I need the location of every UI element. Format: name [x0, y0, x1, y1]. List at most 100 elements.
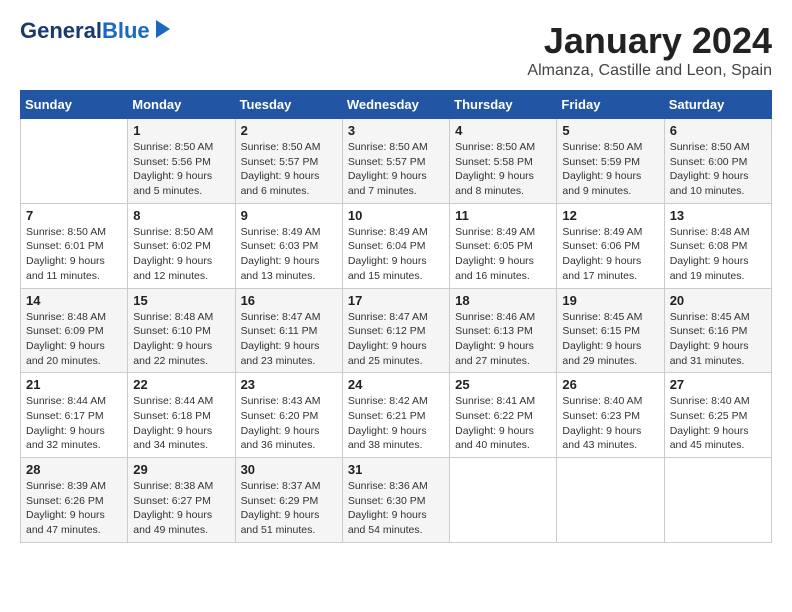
- day-info: Sunrise: 8:42 AMSunset: 6:21 PMDaylight:…: [348, 394, 444, 453]
- day-info: Sunrise: 8:48 AMSunset: 6:09 PMDaylight:…: [26, 310, 122, 369]
- calendar-cell: 31 Sunrise: 8:36 AMSunset: 6:30 PMDayligh…: [342, 458, 449, 543]
- calendar-cell: 1 Sunrise: 8:50 AMSunset: 5:56 PMDaylight…: [128, 119, 235, 204]
- calendar-cell: 28Sunrise: 8:39 AMSunset: 6:26 PMDayligh…: [21, 458, 128, 543]
- logo-text: GeneralBlue: [20, 20, 150, 42]
- day-info: Sunrise: 8:40 AMSunset: 6:23 PMDaylight:…: [562, 394, 658, 453]
- day-number: 10: [348, 208, 444, 223]
- day-number: 11: [455, 208, 551, 223]
- calendar-cell: 4 Sunrise: 8:50 AMSunset: 5:58 PMDaylight…: [450, 119, 557, 204]
- day-info: Sunrise: 8:44 AMSunset: 6:18 PMDaylight:…: [133, 394, 229, 453]
- header-day-friday: Friday: [557, 91, 664, 119]
- calendar-cell: [557, 458, 664, 543]
- day-info: Sunrise: 8:46 AMSunset: 6:13 PMDaylight:…: [455, 310, 551, 369]
- day-number: 12: [562, 208, 658, 223]
- day-info: Sunrise: 8:37 AMSunset: 6:29 PMDaylight:…: [241, 479, 337, 538]
- day-number: 9: [241, 208, 337, 223]
- day-info: Sunrise: 8:48 AMSunset: 6:08 PMDaylight:…: [670, 225, 766, 284]
- day-number: 17: [348, 293, 444, 308]
- logo-icon: [152, 18, 174, 40]
- calendar-cell: 10 Sunrise: 8:49 AMSunset: 6:04 PMDayligh…: [342, 203, 449, 288]
- calendar-cell: 25 Sunrise: 8:41 AMSunset: 6:22 PMDayligh…: [450, 373, 557, 458]
- calendar-header: SundayMondayTuesdayWednesdayThursdayFrid…: [21, 91, 772, 119]
- day-number: 14: [26, 293, 122, 308]
- day-number: 3: [348, 123, 444, 138]
- header-day-thursday: Thursday: [450, 91, 557, 119]
- day-info: Sunrise: 8:50 AMSunset: 5:59 PMDaylight:…: [562, 140, 658, 199]
- calendar-cell: 16 Sunrise: 8:47 AMSunset: 6:11 PMDayligh…: [235, 288, 342, 373]
- calendar-cell: 8Sunrise: 8:50 AMSunset: 6:02 PMDaylight…: [128, 203, 235, 288]
- calendar-cell: [21, 119, 128, 204]
- day-info: Sunrise: 8:47 AMSunset: 6:11 PMDaylight:…: [241, 310, 337, 369]
- day-info: Sunrise: 8:44 AMSunset: 6:17 PMDaylight:…: [26, 394, 122, 453]
- header-area: GeneralBlue January 2024 Almanza, Castil…: [20, 20, 772, 80]
- calendar-cell: 19 Sunrise: 8:45 AMSunset: 6:15 PMDayligh…: [557, 288, 664, 373]
- title-area: January 2024 Almanza, Castille and Leon,…: [527, 20, 772, 80]
- day-info: Sunrise: 8:36 AMSunset: 6:30 PMDaylight:…: [348, 479, 444, 538]
- calendar-cell: 11 Sunrise: 8:49 AMSunset: 6:05 PMDayligh…: [450, 203, 557, 288]
- calendar-cell: [450, 458, 557, 543]
- day-number: 30: [241, 462, 337, 477]
- calendar-cell: 18 Sunrise: 8:46 AMSunset: 6:13 PMDayligh…: [450, 288, 557, 373]
- calendar-week-3: 14 Sunrise: 8:48 AMSunset: 6:09 PMDayligh…: [21, 288, 772, 373]
- calendar-cell: 12Sunrise: 8:49 AMSunset: 6:06 PMDayligh…: [557, 203, 664, 288]
- day-info: Sunrise: 8:43 AMSunset: 6:20 PMDaylight:…: [241, 394, 337, 453]
- calendar-cell: 22 Sunrise: 8:44 AMSunset: 6:18 PMDayligh…: [128, 373, 235, 458]
- calendar-cell: 14 Sunrise: 8:48 AMSunset: 6:09 PMDayligh…: [21, 288, 128, 373]
- header-day-sunday: Sunday: [21, 91, 128, 119]
- day-number: 4: [455, 123, 551, 138]
- calendar-cell: 21 Sunrise: 8:44 AMSunset: 6:17 PMDayligh…: [21, 373, 128, 458]
- day-info: Sunrise: 8:49 AMSunset: 6:05 PMDaylight:…: [455, 225, 551, 284]
- day-number: 22: [133, 377, 229, 392]
- header-day-monday: Monday: [128, 91, 235, 119]
- calendar-cell: 17 Sunrise: 8:47 AMSunset: 6:12 PMDayligh…: [342, 288, 449, 373]
- day-number: 16: [241, 293, 337, 308]
- day-number: 8: [133, 208, 229, 223]
- calendar-cell: [664, 458, 771, 543]
- day-info: Sunrise: 8:41 AMSunset: 6:22 PMDaylight:…: [455, 394, 551, 453]
- day-number: 25: [455, 377, 551, 392]
- day-number: 24: [348, 377, 444, 392]
- day-number: 6: [670, 123, 766, 138]
- location-subtitle: Almanza, Castille and Leon, Spain: [527, 62, 772, 80]
- day-number: 21: [26, 377, 122, 392]
- calendar-table: SundayMondayTuesdayWednesdayThursdayFrid…: [20, 90, 772, 543]
- calendar-cell: 13 Sunrise: 8:48 AMSunset: 6:08 PMDayligh…: [664, 203, 771, 288]
- day-info: Sunrise: 8:47 AMSunset: 6:12 PMDaylight:…: [348, 310, 444, 369]
- day-number: 29: [133, 462, 229, 477]
- calendar-cell: 30 Sunrise: 8:37 AMSunset: 6:29 PMDayligh…: [235, 458, 342, 543]
- day-number: 27: [670, 377, 766, 392]
- day-info: Sunrise: 8:50 AMSunset: 5:58 PMDaylight:…: [455, 140, 551, 199]
- calendar-cell: 23 Sunrise: 8:43 AMSunset: 6:20 PMDayligh…: [235, 373, 342, 458]
- day-number: 13: [670, 208, 766, 223]
- day-number: 5: [562, 123, 658, 138]
- day-info: Sunrise: 8:50 AMSunset: 5:57 PMDaylight:…: [348, 140, 444, 199]
- day-number: 1: [133, 123, 229, 138]
- day-number: 31: [348, 462, 444, 477]
- header-day-saturday: Saturday: [664, 91, 771, 119]
- calendar-cell: 26 Sunrise: 8:40 AMSunset: 6:23 PMDayligh…: [557, 373, 664, 458]
- day-number: 18: [455, 293, 551, 308]
- calendar-cell: 15Sunrise: 8:48 AMSunset: 6:10 PMDayligh…: [128, 288, 235, 373]
- day-number: 23: [241, 377, 337, 392]
- day-number: 19: [562, 293, 658, 308]
- calendar-week-5: 28Sunrise: 8:39 AMSunset: 6:26 PMDayligh…: [21, 458, 772, 543]
- day-info: Sunrise: 8:50 AMSunset: 5:57 PMDaylight:…: [241, 140, 337, 199]
- day-info: Sunrise: 8:49 AMSunset: 6:04 PMDaylight:…: [348, 225, 444, 284]
- calendar-cell: 24 Sunrise: 8:42 AMSunset: 6:21 PMDayligh…: [342, 373, 449, 458]
- day-info: Sunrise: 8:40 AMSunset: 6:25 PMDaylight:…: [670, 394, 766, 453]
- day-info: Sunrise: 8:50 AMSunset: 5:56 PMDaylight:…: [133, 140, 229, 199]
- calendar-cell: 6Sunrise: 8:50 AMSunset: 6:00 PMDaylight…: [664, 119, 771, 204]
- calendar-week-1: 1 Sunrise: 8:50 AMSunset: 5:56 PMDaylight…: [21, 119, 772, 204]
- calendar-week-4: 21 Sunrise: 8:44 AMSunset: 6:17 PMDayligh…: [21, 373, 772, 458]
- header-day-tuesday: Tuesday: [235, 91, 342, 119]
- day-info: Sunrise: 8:39 AMSunset: 6:26 PMDaylight:…: [26, 479, 122, 538]
- day-number: 26: [562, 377, 658, 392]
- month-title: January 2024: [527, 20, 772, 62]
- day-info: Sunrise: 8:48 AMSunset: 6:10 PMDaylight:…: [133, 310, 229, 369]
- calendar-cell: 9 Sunrise: 8:49 AMSunset: 6:03 PMDaylight…: [235, 203, 342, 288]
- calendar-cell: 29Sunrise: 8:38 AMSunset: 6:27 PMDayligh…: [128, 458, 235, 543]
- day-info: Sunrise: 8:45 AMSunset: 6:15 PMDaylight:…: [562, 310, 658, 369]
- header-day-wednesday: Wednesday: [342, 91, 449, 119]
- day-info: Sunrise: 8:49 AMSunset: 6:03 PMDaylight:…: [241, 225, 337, 284]
- calendar-cell: 27 Sunrise: 8:40 AMSunset: 6:25 PMDayligh…: [664, 373, 771, 458]
